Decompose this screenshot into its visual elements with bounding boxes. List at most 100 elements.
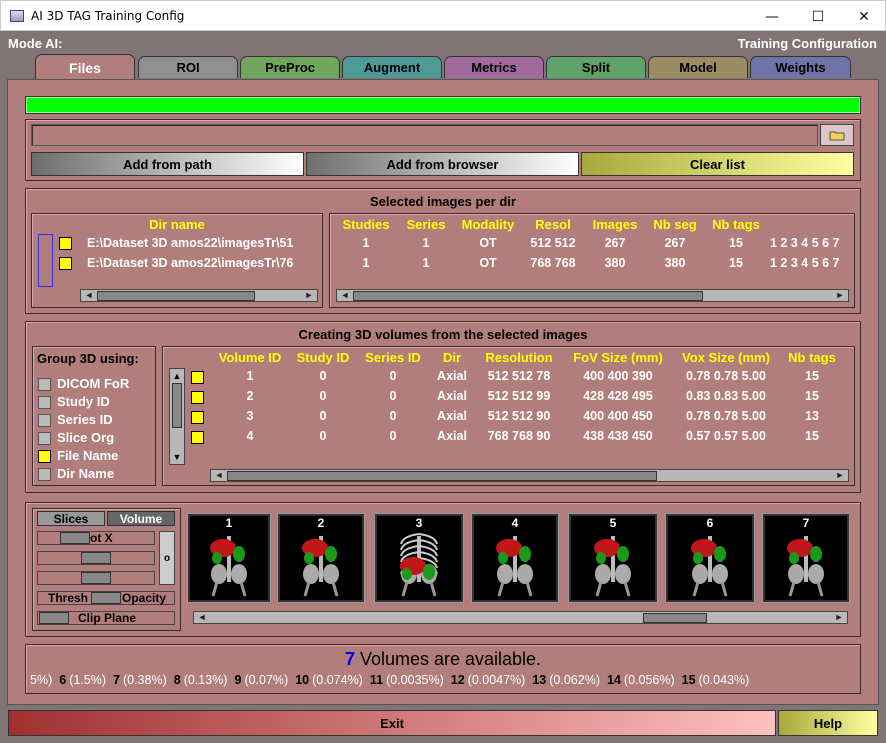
slider-thumb[interactable]: [60, 532, 90, 544]
close-button[interactable]: ✕: [841, 1, 886, 32]
scroll-right-icon[interactable]: ►: [833, 470, 847, 481]
volume-thumbnail[interactable]: 6: [666, 514, 754, 602]
body-render-icon: [787, 536, 824, 597]
scroll-left-icon[interactable]: ◄: [82, 290, 96, 301]
dir-list-hscroll[interactable]: ◄ ►: [80, 289, 318, 302]
scroll-down-icon[interactable]: ▼: [171, 451, 183, 463]
thumbnails-hscroll[interactable]: ◄ ►: [193, 611, 848, 624]
volume-checkbox[interactable]: [191, 411, 204, 424]
app-icon: [10, 10, 24, 22]
scroll-thumb[interactable]: [643, 613, 707, 623]
volume-cell: 0.78 0.78 5.00: [686, 409, 766, 423]
group-option-checkbox[interactable]: [38, 378, 51, 391]
volume-checkbox[interactable]: [191, 391, 204, 404]
opacity-label: Opacity: [122, 591, 167, 605]
body-render-icon: [691, 536, 728, 597]
tag-percent: (1.5%): [69, 673, 107, 687]
tab-weights[interactable]: Weights: [750, 56, 851, 78]
volumes-hscroll[interactable]: ◄ ►: [210, 469, 849, 482]
body-render-icon: [594, 536, 631, 597]
tab-files[interactable]: Files: [35, 54, 135, 80]
tab-augment[interactable]: Augment: [342, 56, 442, 78]
volume-cell: 2: [246, 389, 254, 403]
tag-percent: (0.056%): [623, 673, 675, 687]
volume-button[interactable]: Volume: [107, 511, 175, 526]
scroll-thumb[interactable]: [97, 291, 255, 301]
group-option-checkbox[interactable]: [38, 450, 51, 463]
scroll-left-icon[interactable]: ◄: [212, 470, 226, 481]
scroll-thumb[interactable]: [227, 471, 657, 481]
dir-stats-hscroll[interactable]: ◄ ►: [336, 289, 849, 302]
scroll-right-icon[interactable]: ►: [833, 290, 847, 301]
volume-cell: 0: [389, 429, 397, 443]
path-input[interactable]: [31, 124, 818, 146]
rotate-y-slider[interactable]: [37, 551, 155, 565]
scroll-up-icon[interactable]: ▲: [171, 370, 183, 382]
threshold-opacity-slider[interactable]: Thresh Opacity: [37, 591, 175, 605]
tag-percent: (0.07%): [244, 673, 289, 687]
dir-checkbox[interactable]: [59, 237, 72, 250]
scroll-left-icon[interactable]: ◄: [195, 612, 209, 623]
slider-thumb[interactable]: [91, 592, 121, 604]
exit-button[interactable]: Exit: [8, 710, 776, 736]
group-option-checkbox[interactable]: [38, 414, 51, 427]
slider-thumb[interactable]: [81, 552, 111, 564]
add-from-browser-button[interactable]: Add from browser: [306, 152, 579, 176]
volume-cell: 15: [805, 369, 819, 383]
stats-cell: 15: [729, 236, 743, 250]
stats-cell: 768 768: [530, 256, 576, 270]
scroll-thumb[interactable]: [353, 291, 703, 301]
volume-checkbox[interactable]: [191, 431, 204, 444]
tab-roi[interactable]: ROI: [138, 56, 238, 78]
add-from-path-button[interactable]: Add from path: [31, 152, 304, 176]
volume-thumbnail[interactable]: 2: [278, 514, 364, 602]
clear-list-button[interactable]: Clear list: [581, 152, 854, 176]
volume-thumbnail[interactable]: 7: [763, 514, 849, 602]
volume-checkbox[interactable]: [191, 371, 204, 384]
tag-id: 12: [450, 673, 465, 687]
clip-plane-slider[interactable]: Clip Plane: [37, 611, 175, 625]
scroll-left-icon[interactable]: ◄: [338, 290, 352, 301]
volume-cell: 3: [246, 409, 254, 423]
help-button[interactable]: Help: [778, 710, 878, 736]
volume-cell: Axial: [437, 369, 467, 383]
scroll-right-icon[interactable]: ►: [832, 612, 846, 623]
volumes-vscroll[interactable]: ▲ ▼: [169, 368, 185, 465]
tab-model[interactable]: Model: [648, 56, 748, 78]
rotate-x-slider[interactable]: ot X: [37, 531, 155, 545]
stats-cell: 1: [362, 236, 370, 250]
tab-split[interactable]: Split: [546, 56, 646, 78]
scroll-right-icon[interactable]: ►: [302, 290, 316, 301]
dir-list-scrollbar[interactable]: [38, 234, 53, 287]
slider-thumb[interactable]: [39, 612, 69, 624]
group-option-checkbox[interactable]: [38, 396, 51, 409]
tag-id: 7: [113, 673, 120, 687]
dir-checkbox[interactable]: [59, 257, 72, 270]
group-option-label: File Name: [57, 448, 119, 463]
slices-button[interactable]: Slices: [37, 511, 105, 526]
body-render-icon: [210, 536, 247, 597]
volume-thumbnail[interactable]: 5: [569, 514, 657, 602]
tab-metrics[interactable]: Metrics: [444, 56, 544, 78]
rotate-z-slider[interactable]: [37, 571, 155, 585]
minimize-button[interactable]: —: [749, 1, 795, 32]
stats-header: Images: [592, 217, 638, 232]
slider-thumb[interactable]: [81, 572, 111, 584]
browse-folder-button[interactable]: [820, 124, 854, 146]
tab-preproc[interactable]: PreProc: [240, 56, 340, 78]
volume-cell: 4: [246, 429, 254, 443]
side-toggle[interactable]: o: [159, 531, 175, 585]
volume-thumbnail[interactable]: 4: [472, 514, 558, 602]
group-option-checkbox[interactable]: [38, 468, 51, 481]
volume-header: FoV Size (mm): [573, 350, 663, 365]
maximize-button[interactable]: ☐: [795, 1, 841, 32]
volume-thumbnail[interactable]: 1: [188, 514, 270, 602]
tag-list: 1 2 3 4 5 6 7: [770, 256, 840, 270]
selected-images-title: Selected images per dir: [370, 194, 516, 209]
tag-id: 8: [173, 673, 181, 687]
scroll-thumb[interactable]: [172, 383, 182, 428]
volume-thumbnail[interactable]: 3: [375, 514, 463, 602]
title-bar: AI 3D TAG Training Config — ☐ ✕: [0, 0, 886, 31]
volume-cell: 0.57 0.57 5.00: [686, 429, 766, 443]
group-option-checkbox[interactable]: [38, 432, 51, 445]
